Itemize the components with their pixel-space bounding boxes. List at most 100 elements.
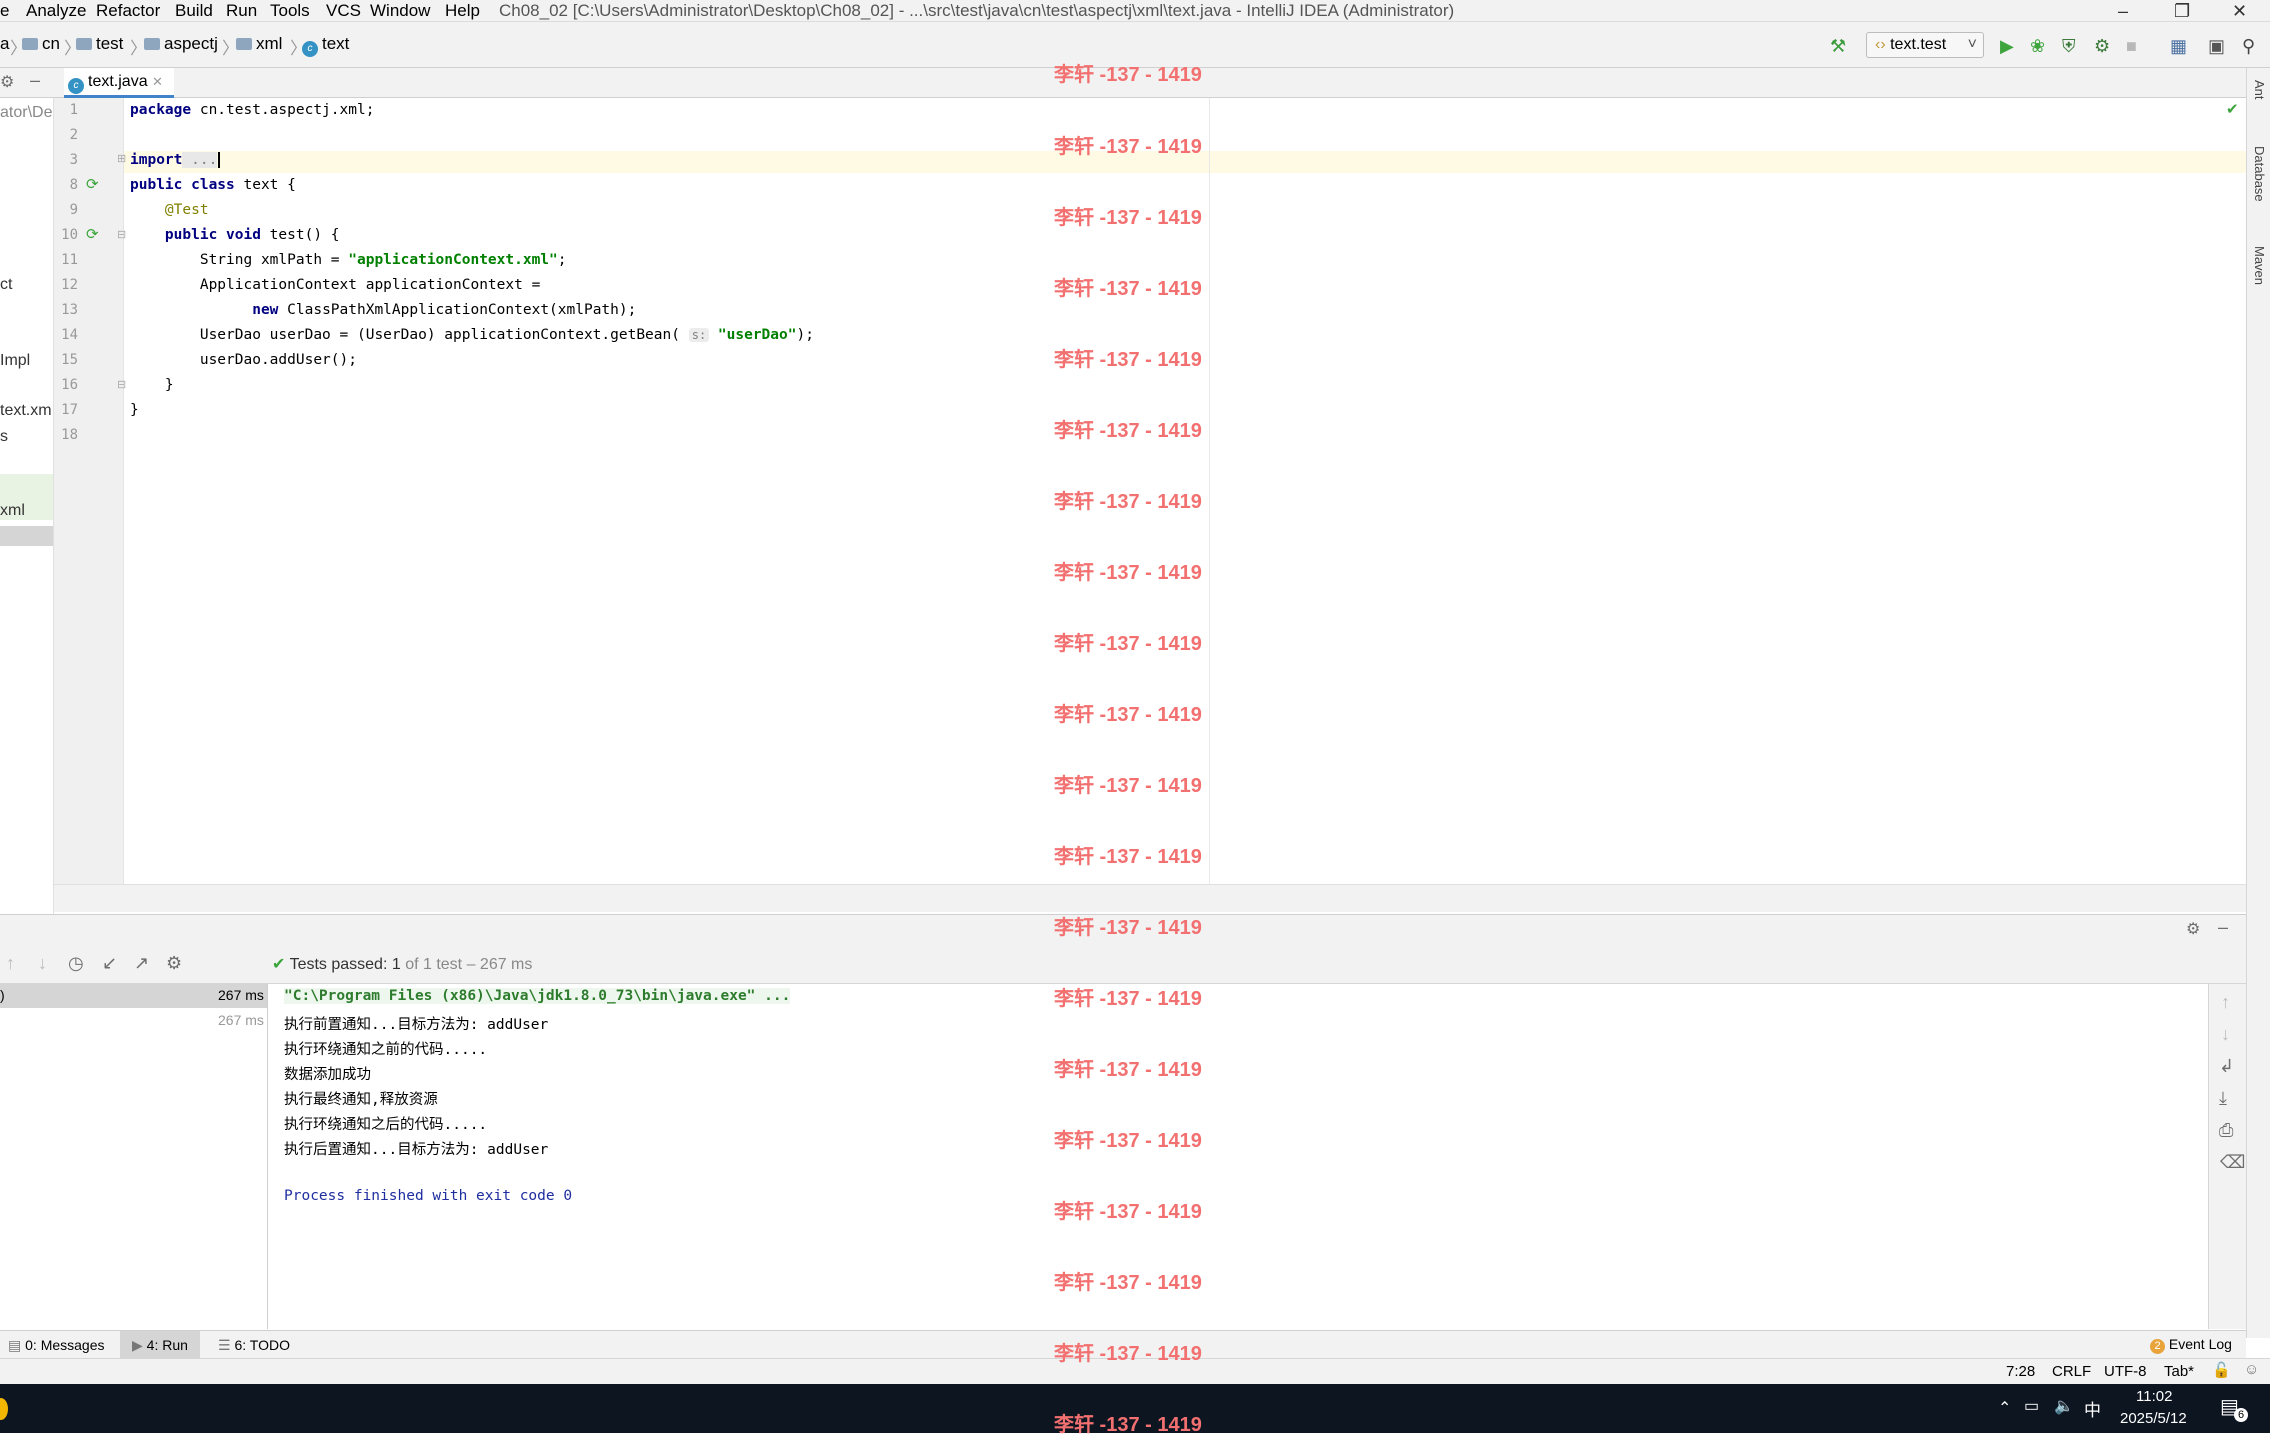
fold-icon[interactable]: ⊟ [117, 228, 126, 241]
messages-icon: ▤ [8, 1337, 22, 1353]
line-separator[interactable]: CRLF [2052, 1363, 2091, 1380]
lock-icon[interactable]: 🔓 [2212, 1361, 2231, 1379]
project-structure-icon[interactable]: ▦ [2170, 36, 2187, 57]
line-number: 15 [61, 352, 78, 368]
tool-ant[interactable]: Ant [2252, 80, 2267, 100]
tray-chevron-icon[interactable]: ⌃ [1998, 1398, 2011, 1418]
event-count-badge: 2 [2150, 1339, 2165, 1354]
breadcrumb-cn[interactable]: cn [22, 34, 60, 54]
print-icon[interactable]: ⎙ [2219, 1120, 2233, 1141]
folder-icon [22, 38, 38, 50]
close-icon[interactable]: ✕ [2232, 0, 2247, 22]
clock-date[interactable]: 2025/5/12 [2120, 1410, 2187, 1427]
minimize-icon[interactable]: – [2118, 0, 2128, 22]
export-tests-icon[interactable]: ↗ [134, 953, 149, 974]
breadcrumb-label: aspectj [164, 34, 218, 53]
hide-panel-icon[interactable]: – [2218, 917, 2228, 938]
run-config-selector[interactable]: ‹› text.test ˅ [1866, 32, 1984, 58]
restore-icon[interactable]: ❐ [2174, 0, 2190, 22]
run-icon[interactable]: ▶ [2000, 36, 2014, 57]
scroll-to-end-icon[interactable]: ⤓ [2219, 1088, 2227, 1109]
arrow-up-icon[interactable]: ↑ [2221, 992, 2230, 1013]
file-encoding[interactable]: UTF-8 [2104, 1363, 2147, 1380]
right-tool-strip: Ant Database Maven [2246, 68, 2270, 1338]
layout-icon[interactable]: ▣ [2208, 36, 2225, 57]
code-text: UserDao userDao = (UserDao) applicationC… [199, 327, 680, 343]
test-results-tree: ) 267 ms 267 ms [0, 984, 268, 1329]
breadcrumb-label: test [96, 34, 124, 53]
menu-help[interactable]: Help [445, 0, 480, 22]
caret-position[interactable]: 7:28 [2006, 1363, 2035, 1380]
stop-icon[interactable]: ■ [2126, 36, 2137, 57]
breadcrumb-test[interactable]: test [76, 34, 123, 54]
console-output[interactable]: "C:\Program Files (x86)\Java\jdk1.8.0_73… [268, 984, 2208, 1329]
run-test-gutter-icon[interactable]: ⟳ [86, 175, 99, 193]
soft-wrap-icon[interactable]: ↲ [2219, 1056, 2234, 1077]
arrow-down-icon[interactable]: ↓ [2221, 1024, 2230, 1045]
menu-window[interactable]: Window [370, 0, 430, 22]
fold-icon[interactable]: ⊟ [117, 378, 126, 391]
app-icon[interactable] [0, 1398, 8, 1420]
project-item[interactable]: text.xm [0, 402, 52, 420]
breadcrumb-aspectj[interactable]: aspectj [144, 34, 218, 54]
debug-bug-icon[interactable]: ❀ [2030, 36, 2045, 57]
console-side-toolbar: ↑ ↓ ↲ ⤓ ⎙ ⌫ [2208, 984, 2246, 1329]
close-tab-icon[interactable]: ✕ [152, 74, 163, 89]
search-icon[interactable]: ⚲ [2242, 36, 2255, 57]
project-item[interactable]: ct [0, 276, 12, 294]
editor-horizontal-scrollbar[interactable] [54, 884, 2246, 912]
line-number: 2 [69, 127, 78, 143]
menu-analyze[interactable]: Analyze [26, 0, 86, 22]
network-icon[interactable]: ▭ [2024, 1396, 2039, 1416]
collapse-icon[interactable]: – [30, 70, 40, 91]
event-log[interactable]: 2 Event Log [2150, 1336, 2232, 1354]
tab-todo[interactable]: ☰ 6: TODO [218, 1337, 290, 1354]
tool-database[interactable]: Database [2252, 146, 2267, 202]
folded-imports[interactable]: ... [182, 152, 218, 168]
run-test-gutter-icon[interactable]: ⟳ [86, 225, 99, 243]
code-keyword: import [130, 152, 183, 168]
coverage-icon[interactable]: ⛨ [2062, 36, 2076, 57]
gear-icon[interactable]: ⚙ [2186, 919, 2200, 939]
code-text: String xmlPath = [199, 252, 349, 268]
fold-icon[interactable]: ⊞ [117, 152, 126, 165]
build-hammer-icon[interactable]: ⚒ [1830, 36, 1846, 57]
code-line: String xmlPath = "applicationContext.xml… [130, 252, 567, 268]
volume-icon[interactable]: 🔈 [2054, 1396, 2074, 1416]
project-item[interactable]: s [0, 428, 8, 446]
tool-maven[interactable]: Maven [2252, 246, 2267, 285]
navigation-bar: a 〉 cn 〉 test 〉 aspectj 〉 xml 〉 c text ⚒ … [0, 22, 2270, 68]
arrow-up-icon[interactable]: ↑ [6, 953, 15, 974]
breadcrumb-text[interactable]: c text [302, 34, 349, 57]
gear-icon[interactable]: ⚙ [0, 72, 14, 92]
breadcrumb-xml[interactable]: xml [236, 34, 282, 54]
menu-vcs[interactable]: VCS [326, 0, 361, 22]
inspection-ok-icon[interactable]: ✔ [2226, 100, 2239, 118]
import-tests-icon[interactable]: ↙ [102, 953, 117, 974]
gear-icon[interactable]: ⚙ [166, 953, 182, 974]
ime-indicator[interactable]: 中 [2084, 1396, 2101, 1421]
project-item[interactable]: xml [0, 502, 25, 520]
menu-run[interactable]: Run [226, 0, 257, 22]
tab-run[interactable]: ▶ 4: Run [132, 1337, 188, 1354]
inspector-icon[interactable]: ☺ [2244, 1361, 2259, 1378]
indent-setting[interactable]: Tab* [2164, 1363, 2194, 1380]
menu-tools[interactable]: Tools [270, 0, 310, 22]
menu-fragment[interactable]: e [0, 0, 9, 22]
menu-bar: e Analyze Refactor Build Run Tools VCS W… [0, 0, 2270, 22]
right-margin-guide [1209, 98, 1210, 884]
tab-run-label: 4: Run [146, 1337, 188, 1353]
arrow-down-icon[interactable]: ↓ [38, 953, 47, 974]
menu-build[interactable]: Build [175, 0, 213, 22]
tab-messages[interactable]: ▤ 0: Messages [8, 1337, 105, 1354]
history-icon[interactable]: ◷ [68, 953, 84, 974]
code-editor[interactable] [124, 98, 2246, 884]
project-item-selected[interactable] [0, 526, 53, 546]
trash-icon[interactable]: ⌫ [2220, 1152, 2245, 1173]
menu-refactor[interactable]: Refactor [96, 0, 160, 22]
profile-icon[interactable]: ⚙ [2094, 36, 2110, 57]
breadcrumb-label: cn [42, 34, 60, 53]
clock-time[interactable]: 11:02 [2136, 1388, 2172, 1405]
project-item[interactable]: Impl [0, 352, 30, 370]
tab-text-java[interactable]: c text.java ✕ [64, 68, 174, 98]
